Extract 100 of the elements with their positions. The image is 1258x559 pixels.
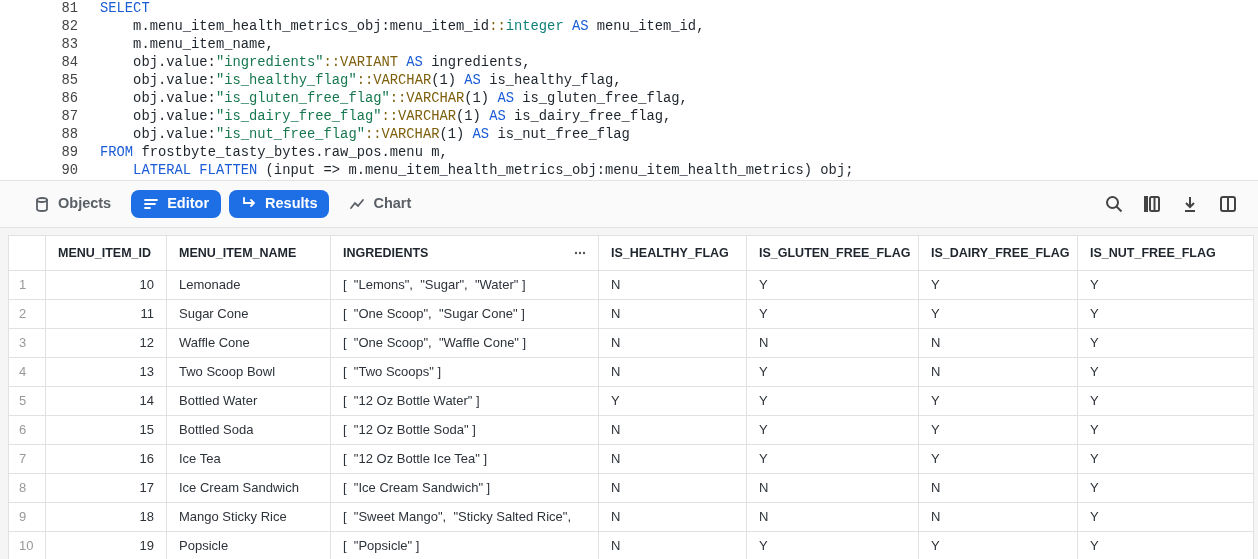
table-cell: [ "Ice Cream Sandwich" ] bbox=[330, 473, 599, 503]
table-cell: Sugar Cone bbox=[166, 299, 331, 329]
editor-tab[interactable]: Editor bbox=[131, 190, 222, 218]
table-cell: Mango Sticky Rice bbox=[166, 502, 331, 532]
table-cell: [ "12 Oz Bottle Ice Tea" ] bbox=[330, 444, 599, 474]
table-cell: [ "12 Oz Bottle Water" ] bbox=[330, 386, 599, 416]
table-cell: [ "Two Scoops" ] bbox=[330, 357, 599, 387]
table-cell: 11 bbox=[45, 299, 167, 329]
table-cell: N bbox=[598, 357, 747, 387]
table-cell: N bbox=[746, 473, 919, 503]
table-cell: Y bbox=[1077, 328, 1254, 358]
row-number: 3 bbox=[8, 328, 46, 358]
column-header-text: INGREDIENTS bbox=[343, 245, 429, 260]
table-cell: N bbox=[746, 328, 919, 358]
column-header[interactable]: MENU_ITEM_NAME bbox=[166, 235, 331, 271]
table-cell: N bbox=[918, 502, 1078, 532]
line-number: 85 bbox=[60, 71, 78, 90]
table-cell: Bottled Soda bbox=[166, 415, 331, 445]
column-header[interactable]: IS_NUT_FREE_FLAG bbox=[1077, 235, 1254, 271]
table-cell: Lemonade bbox=[166, 270, 331, 300]
column-header[interactable]: IS_HEALTHY_FLAG bbox=[598, 235, 747, 271]
table-cell: Y bbox=[1077, 415, 1254, 445]
table-cell: 18 bbox=[45, 502, 167, 532]
table-cell: [ "Sweet Mango", "Sticky Salted Rice", bbox=[330, 502, 599, 532]
line-number: 86 bbox=[60, 89, 78, 108]
table-cell: [ "Lemons", "Sugar", "Water" ] bbox=[330, 270, 599, 300]
table-cell: [ "One Scoop", "Waffle Cone" ] bbox=[330, 328, 599, 358]
table-cell: 17 bbox=[45, 473, 167, 503]
table-cell: N bbox=[598, 299, 747, 329]
line-chart-icon bbox=[349, 196, 366, 212]
table-cell: 12 bbox=[45, 328, 167, 358]
code-line: obj.value:"is_dairy_free_flag"::VARCHAR(1) AS is_dairy_free_flag, bbox=[132, 107, 672, 126]
table-cell: Y bbox=[918, 299, 1078, 329]
table-cell: Y bbox=[746, 357, 919, 387]
table-cell: Ice Tea bbox=[166, 444, 331, 474]
code-line: obj.value:"ingredients"::VARIANT AS ingredients, bbox=[132, 53, 531, 72]
results-tab[interactable]: Results bbox=[229, 190, 330, 218]
row-number: 5 bbox=[8, 386, 46, 416]
table-cell: 14 bbox=[45, 386, 167, 416]
table-cell: N bbox=[598, 328, 747, 358]
cylinder-icon bbox=[34, 196, 50, 212]
table-cell: N bbox=[598, 473, 747, 503]
row-number: 2 bbox=[8, 299, 46, 329]
table-cell: Y bbox=[598, 386, 747, 416]
objects-tab[interactable]: Objects bbox=[22, 190, 124, 218]
chart-tab[interactable]: Chart bbox=[337, 190, 424, 218]
table-cell: Y bbox=[1077, 299, 1254, 329]
line-number: 89 bbox=[60, 143, 78, 162]
table-cell: Y bbox=[1077, 473, 1254, 503]
table-cell: N bbox=[598, 270, 747, 300]
table-cell: 13 bbox=[45, 357, 167, 387]
code-line: obj.value:"is_gluten_free_flag"::VARCHAR(1) AS is_gluten_free_flag, bbox=[132, 89, 688, 108]
table-cell: Y bbox=[918, 386, 1078, 416]
table-cell: Y bbox=[918, 415, 1078, 445]
columns-icon[interactable] bbox=[1142, 194, 1162, 214]
table-cell: Ice Cream Sandwich bbox=[166, 473, 331, 503]
line-number: 90 bbox=[60, 161, 78, 180]
table-cell: [ "One Scoop", "Sugar Cone" ] bbox=[330, 299, 599, 329]
table-cell: Y bbox=[1077, 444, 1254, 474]
table-cell: Y bbox=[746, 386, 919, 416]
line-number: 88 bbox=[60, 125, 78, 144]
search-icon[interactable] bbox=[1104, 194, 1124, 214]
column-header[interactable]: IS_DAIRY_FREE_FLAG bbox=[918, 235, 1078, 271]
lines-icon bbox=[143, 196, 160, 212]
table-cell: Y bbox=[746, 270, 919, 300]
code-line: m.menu_item_name, bbox=[132, 35, 274, 54]
table-cell: Y bbox=[1077, 502, 1254, 532]
column-header[interactable]: IS_GLUTEN_FREE_FLAG bbox=[746, 235, 919, 271]
table-cell: Y bbox=[746, 444, 919, 474]
table-cell: Y bbox=[1077, 357, 1254, 387]
line-number: 83 bbox=[60, 35, 78, 54]
code-line: SELECT bbox=[100, 0, 150, 18]
row-number: 8 bbox=[8, 473, 46, 503]
line-number: 81 bbox=[60, 0, 78, 18]
line-number: 84 bbox=[60, 53, 78, 72]
table-cell: Y bbox=[746, 415, 919, 445]
table-cell: 15 bbox=[45, 415, 167, 445]
code-line: obj.value:"is_nut_free_flag"::VARCHAR(1) AS is_nut_free_flag bbox=[132, 125, 630, 144]
row-number: 9 bbox=[8, 502, 46, 532]
table-cell: Two Scoop Bowl bbox=[166, 357, 331, 387]
row-number: 6 bbox=[8, 415, 46, 445]
table-cell: Waffle Cone bbox=[166, 328, 331, 358]
table-cell: Y bbox=[918, 270, 1078, 300]
split-panel-icon[interactable] bbox=[1218, 194, 1238, 214]
row-number: 4 bbox=[8, 357, 46, 387]
line-number: 87 bbox=[60, 107, 78, 126]
table-cell: Y bbox=[1077, 270, 1254, 300]
row-number: 7 bbox=[8, 444, 46, 474]
table-cell: N bbox=[918, 473, 1078, 503]
line-number: 82 bbox=[60, 17, 78, 36]
table-cell: Bottled Water bbox=[166, 386, 331, 416]
code-line: obj.value:"is_healthy_flag"::VARCHAR(1) AS is_healthy_flag, bbox=[132, 71, 622, 90]
column-header[interactable]: MENU_ITEM_ID bbox=[45, 235, 167, 271]
table-cell: Y bbox=[1077, 386, 1254, 416]
table-cell: Y bbox=[746, 299, 919, 329]
row-number: 1 bbox=[8, 270, 46, 300]
code-line: FROM frostbyte_tasty_bytes.raw_pos.menu m, bbox=[100, 143, 448, 162]
table-cell: N bbox=[746, 502, 919, 532]
table-cell: N bbox=[598, 502, 747, 532]
table-cell: N bbox=[918, 357, 1078, 387]
